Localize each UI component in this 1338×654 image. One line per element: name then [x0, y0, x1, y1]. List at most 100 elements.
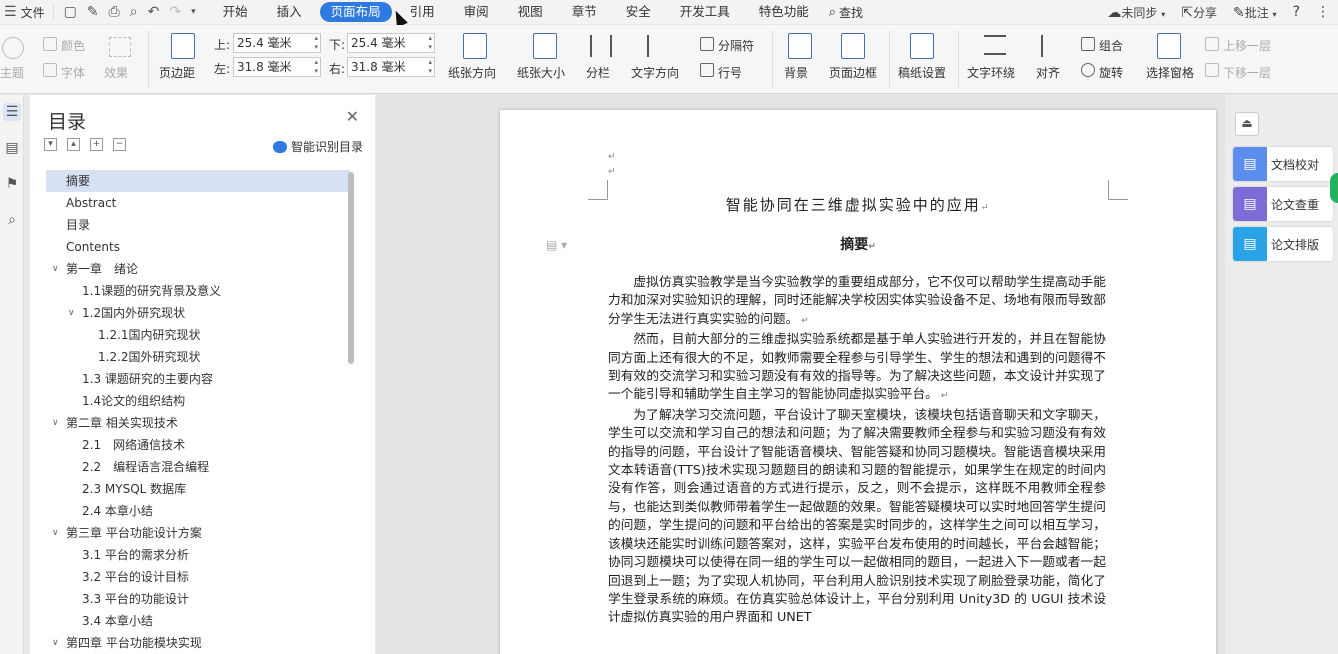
format-painter-icon[interactable]: ✎: [87, 4, 99, 20]
margins-button[interactable]: 页边距: [159, 64, 195, 81]
find-icon[interactable]: ⌕: [3, 211, 21, 229]
rotate-button[interactable]: 旋转: [1099, 64, 1123, 81]
toc-item[interactable]: ∨ 第二章 相关实现技术: [46, 412, 350, 434]
orientation-button[interactable]: 纸张方向: [448, 64, 496, 81]
more-icon[interactable]: ⋮: [1316, 4, 1330, 20]
toc-item[interactable]: 1.3 课题研究的主要内容: [46, 368, 350, 390]
toc-icon[interactable]: ☰: [3, 103, 21, 121]
chapter-icon[interactable]: ▤: [3, 139, 21, 157]
text-direction-button[interactable]: 文字方向: [631, 64, 679, 81]
collapse-all-icon[interactable]: ▴: [67, 138, 80, 151]
expand-chevron-icon[interactable]: ∨: [52, 522, 59, 544]
toc-item[interactable]: 3.3 平台的功能设计: [46, 588, 350, 610]
columns-button[interactable]: 分栏: [586, 64, 610, 81]
toc-item[interactable]: 3.2 平台的设计目标: [46, 566, 350, 588]
toc-item[interactable]: 1.4论文的组织结构: [46, 390, 350, 412]
toc-item[interactable]: 2.4 本章小结: [46, 500, 350, 522]
print-icon[interactable]: ⎙: [109, 4, 120, 20]
document-page[interactable]: ↵ ↵ 智能协同在三维虚拟实验中的应用↵ ▤ ▾ 摘要↵ 虚拟仿真实验教学是当今…: [500, 110, 1216, 654]
toc-item[interactable]: Abstract: [46, 192, 350, 214]
print-preview-icon[interactable]: ⌕: [130, 4, 138, 20]
toc-item[interactable]: 3.4 本章小结: [46, 610, 350, 632]
ai-toc-button[interactable]: 智能识别目录: [272, 138, 363, 155]
toc-item[interactable]: ∨ 第三章 平台功能设计方案: [46, 522, 350, 544]
color-button[interactable]: 颜色: [61, 37, 85, 54]
sync-button[interactable]: ☁未同步 ▾: [1107, 4, 1165, 21]
share-button[interactable]: ⇱分享: [1181, 4, 1217, 21]
redo-icon[interactable]: ↷: [169, 4, 181, 20]
tab-4[interactable]: 审阅: [453, 2, 500, 22]
expand-chevron-icon[interactable]: ∨: [52, 412, 59, 434]
bring-forward-button[interactable]: 上移一层: [1223, 37, 1271, 54]
side-handle[interactable]: [1330, 173, 1338, 203]
toc-item[interactable]: ∨ 第四章 平台功能模块实现: [46, 632, 350, 654]
toc-item[interactable]: 2.3 MYSQL 数据库: [46, 478, 350, 500]
expand-all-icon[interactable]: ▾: [44, 138, 57, 151]
align-button[interactable]: 对齐: [1036, 64, 1060, 81]
ribbon-tabs: 开始 插入 页面布局 引用 审阅 视图 章节 安全 开发工具 特色功能: [212, 2, 827, 22]
font-button[interactable]: 字体: [61, 64, 85, 81]
search-box[interactable]: ⌕ 查找: [829, 4, 863, 21]
paper-size-button[interactable]: 纸张大小: [517, 64, 565, 81]
collapse-up-icon[interactable]: ⏏: [1235, 112, 1259, 136]
manuscript-button[interactable]: 稿纸设置: [898, 64, 946, 81]
toc-item[interactable]: 2.1 网络通信技术: [46, 434, 350, 456]
send-backward-button[interactable]: 下移一层: [1223, 64, 1271, 81]
bottom-margin-input[interactable]: 25.4 毫米: [347, 33, 435, 53]
toc-item[interactable]: 1.1课题的研究背景及意义: [46, 280, 350, 302]
page-border-button[interactable]: 页面边框: [829, 64, 877, 81]
customize-chevron-icon[interactable]: ▾: [191, 4, 196, 20]
background-button[interactable]: 背景: [784, 64, 808, 81]
effect-button[interactable]: 效果: [104, 64, 128, 81]
top-margin-input[interactable]: 25.4 毫米: [233, 33, 321, 53]
tab-2[interactable]: 页面布局: [319, 2, 392, 22]
toc-item[interactable]: ∨ 1.2国内外研究现状: [46, 302, 350, 324]
toc-item[interactable]: 目录: [46, 214, 350, 236]
side-tool-button[interactable]: ▤ 论文排版: [1233, 227, 1333, 261]
bookmark-icon[interactable]: ⚑: [3, 175, 21, 193]
help-button[interactable]: ?: [1293, 4, 1300, 20]
side-tool-button[interactable]: ▤ 论文查重: [1233, 187, 1333, 221]
toc-item[interactable]: 1.2.2国外研究现状: [46, 346, 350, 368]
toc-item-label: 3.1 平台的需求分析: [82, 548, 189, 562]
right-margin-input[interactable]: 31.8 毫米: [347, 57, 435, 77]
toc-item[interactable]: 1.2.1国内研究现状: [46, 324, 350, 346]
expand-chevron-icon[interactable]: ∨: [52, 632, 59, 654]
theme-palette-icon[interactable]: [2, 37, 24, 59]
tab-7[interactable]: 安全: [615, 2, 662, 22]
tab-5[interactable]: 视图: [507, 2, 554, 22]
toc-item[interactable]: Contents: [46, 236, 350, 258]
close-icon[interactable]: ✕: [346, 107, 359, 126]
tab-6[interactable]: 章节: [561, 2, 608, 22]
left-margin-input[interactable]: 31.8 毫米: [233, 57, 321, 77]
toc-item[interactable]: ∨ 第一章 绪论: [46, 258, 350, 280]
file-menu-label: 文件: [20, 5, 45, 20]
group-button[interactable]: 组合: [1099, 37, 1123, 54]
toc-item[interactable]: 摘要: [46, 170, 350, 192]
ai-toc-label: 智能识别目录: [290, 140, 363, 154]
comment-button[interactable]: ✎批注 ▾: [1233, 4, 1277, 21]
separator-button[interactable]: 分隔符: [718, 37, 754, 54]
toc-item[interactable]: 2.2 编程语言混合编程: [46, 456, 350, 478]
remove-level-icon[interactable]: −: [113, 138, 126, 151]
tab-1[interactable]: 插入: [266, 2, 313, 22]
tab-8[interactable]: 开发工具: [669, 2, 741, 22]
search-icon: ⌕: [828, 4, 837, 20]
undo-icon[interactable]: ↶: [148, 4, 160, 20]
line-numbers-button[interactable]: 行号: [718, 64, 742, 81]
toc-scrollbar[interactable]: [348, 172, 354, 364]
selection-pane-button[interactable]: 选择窗格: [1146, 64, 1194, 81]
search-label: 查找: [839, 5, 864, 20]
tab-0[interactable]: 开始: [212, 2, 259, 22]
expand-chevron-icon[interactable]: ∨: [52, 258, 59, 280]
file-menu[interactable]: ☰ 文件: [0, 0, 53, 24]
save-icon[interactable]: ▢: [64, 4, 77, 20]
text-wrap-button[interactable]: 文字环绕: [967, 64, 1015, 81]
toc-item[interactable]: 3.1 平台的需求分析: [46, 544, 350, 566]
toc-item-label: 2.3 MYSQL 数据库: [82, 482, 187, 496]
theme-button[interactable]: 主题: [0, 64, 24, 81]
add-level-icon[interactable]: +: [90, 138, 103, 151]
tab-9[interactable]: 特色功能: [748, 2, 820, 22]
expand-chevron-icon[interactable]: ∨: [68, 302, 75, 324]
side-tool-button[interactable]: ▤ 文档校对: [1233, 147, 1333, 181]
